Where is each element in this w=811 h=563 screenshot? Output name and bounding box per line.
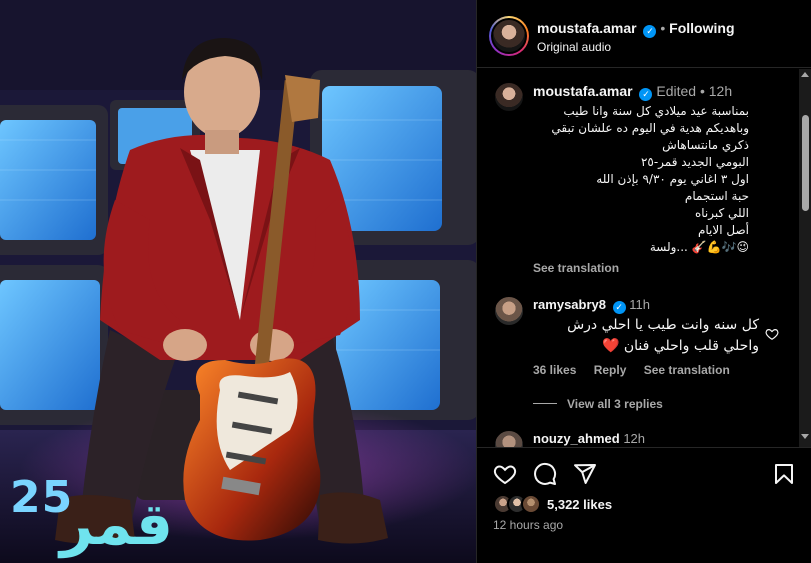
caption-line: اللي كبرناه [694, 206, 749, 220]
caption-line: ذكري مانتساهاش [662, 138, 749, 152]
post-header: moustafa.amar ✓ • Following Original aud… [477, 0, 811, 68]
separator-dot: • [699, 83, 705, 99]
comment-text: كل سنه وانت طيب يا احلي درش واحلي قلب وا… [533, 315, 759, 357]
reply-button[interactable]: Reply [594, 363, 627, 377]
comments-list[interactable]: moustafa.amar ✓ Edited • 12h بمناسبة عيد… [477, 69, 799, 447]
caption-line: وباهديكم هدية في اليوم ده علشان تبقي [551, 121, 749, 135]
watermark-logo: قمر [60, 490, 173, 558]
caption-line: حبة استجمام [684, 189, 749, 203]
view-replies-button[interactable]: View all 3 replies [533, 397, 663, 411]
header-title-row: moustafa.amar ✓ • Following [537, 20, 735, 38]
comment-likes-count[interactable]: 36 likes [533, 363, 576, 377]
comment-line: كل سنه وانت طيب يا احلي درش [567, 317, 759, 333]
following-button[interactable]: Following [669, 20, 734, 36]
caption-line: أصل الايام [697, 223, 749, 237]
comment-icon[interactable] [533, 462, 557, 486]
bookmark-icon[interactable] [772, 462, 796, 486]
verified-badge-icon: ✓ [612, 301, 626, 314]
caption-header: moustafa.amar ✓ Edited • 12h [533, 83, 732, 101]
comment-username[interactable]: ramysabry8 [533, 297, 606, 312]
caption-time[interactable]: 12h [709, 83, 732, 99]
author-username[interactable]: moustafa.amar [537, 20, 637, 36]
caption-line: 😉🎶💪🎸 ...ولسة [649, 240, 749, 254]
author-story-ring[interactable] [489, 16, 529, 56]
caption-avatar[interactable] [493, 81, 525, 113]
post-media[interactable]: 25 قمر [0, 0, 476, 563]
comment-time[interactable]: 12h [623, 431, 645, 446]
comment-actions: 36 likes Reply See translation [533, 363, 744, 377]
heart-icon[interactable] [493, 462, 517, 486]
caption-line: اول ٣ اغاني يوم ٩/٣٠ بإذن الله [596, 172, 749, 186]
caption-text: بمناسبة عيد ميلادي كل سنة وانا طيب وباهد… [533, 103, 749, 256]
avatar[interactable] [491, 18, 527, 54]
comment-avatar[interactable] [493, 429, 525, 447]
liker-avatar[interactable] [521, 494, 541, 514]
replies-divider [533, 403, 557, 404]
scroll-up-arrow-icon[interactable] [801, 72, 809, 77]
comment-username[interactable]: nouzy_ahmed [533, 431, 620, 446]
post-timestamp[interactable]: 12 hours ago [493, 518, 563, 532]
caption-username[interactable]: moustafa.amar [533, 83, 633, 99]
view-replies-label: View all 3 replies [567, 397, 663, 411]
separator-dot: • [660, 20, 666, 36]
caption-line: البومي الجديد قمر-٢٥ [640, 155, 749, 169]
caption-line: بمناسبة عيد ميلادي كل سنة وانا طيب [563, 104, 749, 118]
verified-badge-icon: ✓ [639, 88, 653, 101]
likes-count[interactable]: 5,322 likes [547, 497, 612, 512]
caption-see-translation-link[interactable]: See translation [533, 261, 619, 275]
verified-badge-icon: ✓ [643, 25, 657, 38]
scroll-down-arrow-icon[interactable] [801, 434, 809, 439]
comment-avatar[interactable] [493, 295, 525, 327]
comment-time[interactable]: 11h [629, 297, 650, 312]
heart-outline-icon[interactable] [765, 327, 779, 344]
post-action-bar: 5,322 likes 12 hours ago [477, 447, 811, 563]
comment-header: nouzy_ahmed 12h [533, 431, 645, 446]
post-side-panel: moustafa.amar ✓ • Following Original aud… [476, 0, 811, 563]
edited-label: Edited [656, 83, 697, 99]
scrollbar-thumb[interactable] [802, 115, 809, 211]
comments-scrollbar[interactable] [799, 69, 811, 447]
comment-line: واحلي قلب واحلي فنان ❤️ [602, 338, 759, 354]
original-audio-link[interactable]: Original audio [537, 40, 611, 54]
share-icon[interactable] [573, 462, 597, 486]
comment-header: ramysabry8 ✓ 11h [533, 297, 650, 314]
comment-see-translation-link[interactable]: See translation [644, 363, 730, 377]
